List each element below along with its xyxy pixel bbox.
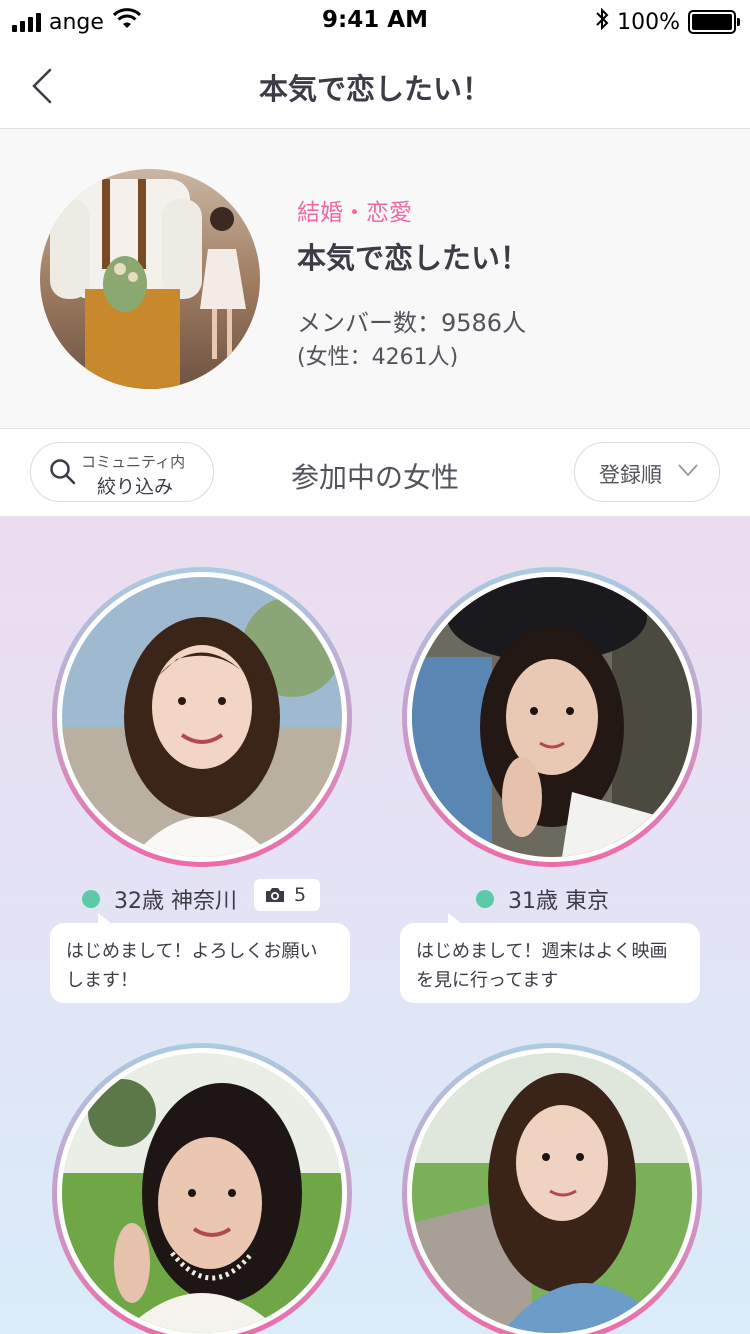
member-avatar[interactable]: [52, 1043, 352, 1334]
filter-bar: コミュニティ内 絞り込み 参加中の女性 登録順: [0, 430, 750, 517]
community-category: 結婚・恋愛: [297, 200, 412, 226]
community-photo: [40, 169, 260, 389]
photo-count: 5: [294, 884, 307, 906]
member-avatar[interactable]: [402, 567, 702, 867]
photo-count-badge: 5: [254, 879, 320, 911]
member-grid: 32歳 神奈川 5 はじめまして！よろしくお願いします！ 31歳 東京 はじめま…: [0, 517, 750, 1334]
member-message: はじめまして！週末はよく映画を見に行ってます: [400, 913, 700, 1003]
online-status-dot: [82, 890, 100, 908]
member-avatar[interactable]: [52, 567, 352, 867]
navigation-bar: 本気で恋したい！: [0, 42, 750, 129]
member-info: 32歳 神奈川 5: [50, 875, 350, 915]
sort-dropdown[interactable]: 登録順: [574, 442, 720, 502]
community-name: 本気で恋したい！: [297, 241, 530, 275]
camera-icon: [266, 888, 284, 902]
community-header: 結婚・恋愛 本気で恋したい！ メンバー数：9586人 (女性：4261人): [0, 129, 750, 429]
battery-icon: [688, 10, 740, 34]
member-count: メンバー数：9586人: [297, 309, 527, 337]
member-info: 31歳 東京: [400, 875, 700, 915]
page-title: 本気で恋したい！: [258, 72, 491, 106]
member-age-location: 31歳 東京: [508, 889, 609, 914]
female-count: (女性：4261人): [297, 345, 459, 370]
member-message: はじめまして！よろしくお願いします！: [50, 913, 350, 1003]
bluetooth-icon: [595, 7, 609, 37]
battery-percent: 100%: [617, 9, 680, 35]
member-age-location: 32歳 神奈川: [114, 889, 237, 914]
chevron-down-icon: [678, 464, 698, 477]
member-avatar[interactable]: [402, 1043, 702, 1334]
sort-label: 登録順: [599, 463, 662, 487]
online-status-dot: [476, 890, 494, 908]
status-bar: ange 9:41 AM 100%: [0, 0, 750, 42]
